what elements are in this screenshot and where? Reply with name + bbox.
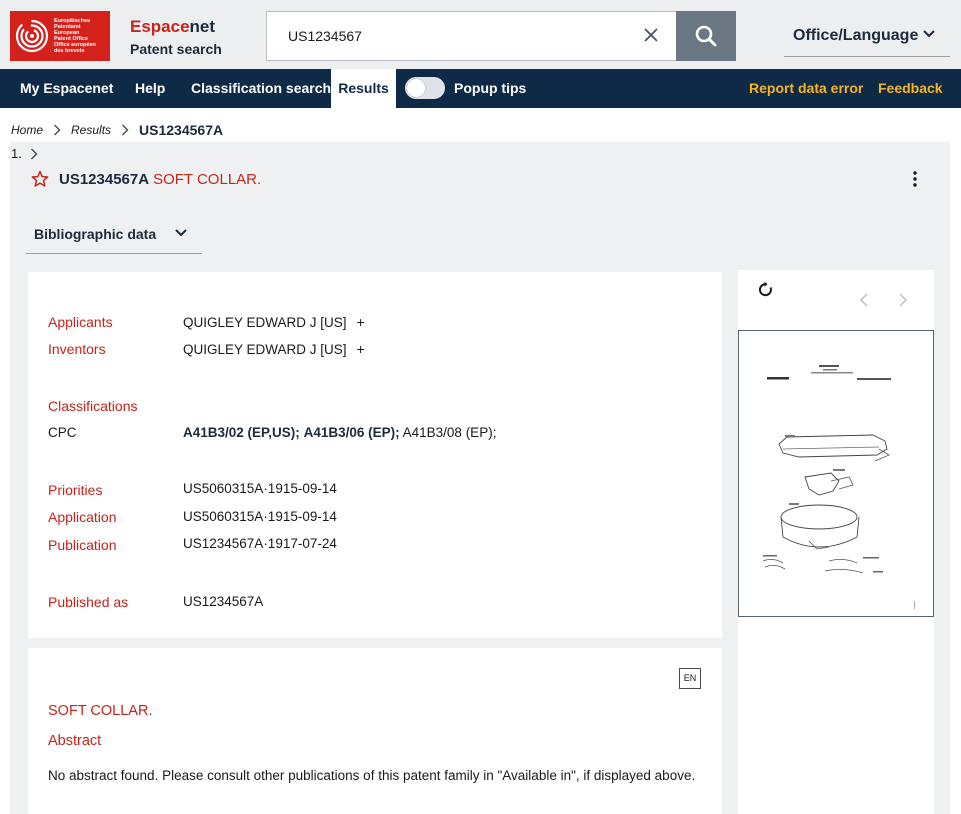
app-root: Europäisches Patentamt European Patent O… [0,0,961,814]
inventors-label: Inventors [48,341,106,357]
expand-inventors-button[interactable]: + [357,341,365,357]
cpc-code[interactable]: A41B3/06 (EP); [304,425,400,440]
published-as-value[interactable]: US1234567A [183,594,263,609]
cpc-code[interactable]: A41B3/08 (EP); [403,425,497,440]
cpc-code[interactable]: A41B3/02 (EP,US); [183,425,300,440]
brand-name-part1: Espace [130,17,190,36]
top-header: Europäisches Patentamt European Patent O… [0,0,961,69]
breadcrumb-results[interactable]: Results [71,123,111,137]
search-box [266,11,676,61]
nav-my-espacenet[interactable]: My Espacenet [20,69,113,108]
chevron-left-icon[interactable] [858,292,870,308]
applicants-name[interactable]: QUIGLEY EDWARD J [US] [183,315,347,330]
nav-help[interactable]: Help [135,69,165,108]
inventors-name[interactable]: QUIGLEY EDWARD J [US] [183,342,347,357]
clear-search-icon[interactable] [642,26,660,44]
result-title-row: US1234567A SOFT COLLAR. [31,170,261,188]
result-index-number: 1. [11,146,22,161]
publication-label: Publication [48,537,117,553]
applicants-value: QUIGLEY EDWARD J [US] + [183,314,365,330]
chevron-right-icon [121,124,129,136]
brand-name-part2: net [189,17,216,36]
chevron-right-icon [53,124,61,136]
abstract-text: No abstract found. Please consult other … [48,768,696,783]
feedback-link[interactable]: Feedback [878,69,943,108]
star-icon[interactable] [31,170,49,188]
published-as-label: Published as [48,594,129,610]
toggle-knob [407,79,425,97]
result-number: US1234567A [59,170,150,188]
office-language-label: Office/Language [793,26,919,44]
logo-line: des brevets [54,48,85,54]
rotate-icon[interactable] [758,281,774,299]
chevron-down-icon [175,229,187,237]
breadcrumb-current: US1234567A [139,122,224,138]
priorities-label: Priorities [48,482,103,498]
chevron-right-icon[interactable] [897,292,909,308]
nav-classification-search[interactable]: Classification search [191,69,331,108]
epo-logo-text: Europäisches Patentamt European Patent O… [54,18,96,54]
epo-logo[interactable]: Europäisches Patentamt European Patent O… [10,11,110,61]
drawing-thumbnail[interactable] [738,330,934,617]
result-index: 1. [11,146,38,161]
cpc-value: A41B3/02 (EP,US); A41B3/06 (EP); A41B3/0… [183,425,496,440]
abstract-heading: Abstract [48,733,102,749]
brand-name: Espacenet [130,18,222,36]
office-language-select[interactable]: Office/Language [784,15,950,57]
brand[interactable]: Espacenet Patent search [130,18,222,58]
search-icon [695,25,717,47]
abstract-title: SOFT COLLAR. [48,703,153,719]
patent-drawing-image [762,365,915,609]
breadcrumb: Home Results US1234567A [11,121,223,139]
classifications-label: Classifications [48,398,138,414]
report-data-error-link[interactable]: Report data error [749,69,863,108]
expand-applicants-button[interactable]: + [357,314,365,330]
search-input[interactable] [288,28,628,44]
epo-logo-icon [10,11,54,61]
search-button[interactable] [676,11,736,61]
nav-results[interactable]: Results [331,69,396,108]
application-value[interactable]: US5060315A·1915-09-14 [183,509,337,524]
result-title: SOFT COLLAR. [153,170,262,188]
cpc-label: CPC [48,425,77,440]
section-select-label: Bibliographic data [34,225,157,242]
section-select[interactable]: Bibliographic data [26,214,202,254]
application-label: Application [48,509,117,525]
more-options-icon[interactable] [908,170,922,188]
chevron-down-icon [923,30,935,38]
main-nav: My Espacenet Help Classification search … [0,69,961,108]
breadcrumb-home[interactable]: Home [11,123,43,137]
applicants-label: Applicants [48,314,113,330]
popup-tips-label[interactable]: Popup tips [454,69,526,108]
chevron-right-icon[interactable] [30,148,38,160]
bibliographic-card: Applicants QUIGLEY EDWARD J [US] + Invent… [28,272,722,638]
publication-value[interactable]: US1234567A·1917-07-24 [183,536,337,551]
priorities-value[interactable]: US5060315A·1915-09-14 [183,481,337,496]
popup-tips-toggle[interactable] [405,77,445,99]
abstract-card: EN SOFT COLLAR. Abstract No abstract fou… [28,648,722,814]
language-badge[interactable]: EN [679,668,701,689]
inventors-value: QUIGLEY EDWARD J [US] + [183,341,365,357]
brand-tagline: Patent search [130,41,222,57]
